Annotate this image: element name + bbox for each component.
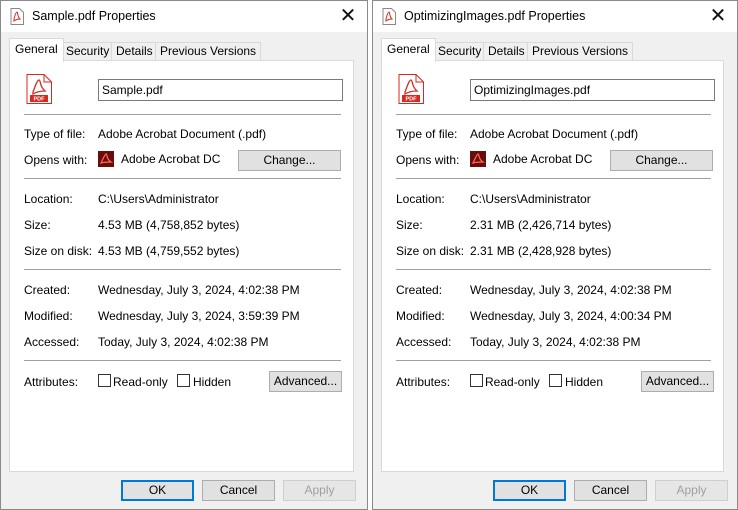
apply-button[interactable]: Apply [655, 480, 728, 501]
created-value: Wednesday, July 3, 2024, 4:02:38 PM [98, 283, 300, 297]
adobe-acrobat-icon [98, 151, 114, 167]
apply-button[interactable]: Apply [283, 480, 356, 501]
size-label: Size: [24, 218, 51, 232]
title-bar[interactable]: OptimizingImages.pdf Properties ✕ [373, 1, 737, 32]
ok-button[interactable]: OK [121, 480, 194, 501]
advanced-button[interactable]: Advanced... [641, 371, 714, 392]
tab-previous-versions[interactable]: Previous Versions [155, 42, 262, 61]
svg-text:PDF: PDF [406, 97, 418, 103]
tab-security[interactable]: Security [433, 42, 487, 61]
general-panel: PDF Type of file: Adobe Acrobat Document… [381, 60, 724, 472]
separator [396, 178, 711, 179]
tab-details[interactable]: Details [483, 42, 530, 61]
window-title: OptimizingImages.pdf Properties [404, 9, 586, 23]
modified-label: Modified: [24, 309, 73, 323]
type-of-file-label: Type of file: [24, 127, 86, 141]
separator [396, 114, 711, 115]
opens-with-value: Adobe Acrobat DC [493, 152, 593, 166]
general-panel: PDF Type of file: Adobe Acrobat Document… [9, 60, 354, 472]
file-name-input[interactable] [470, 79, 715, 101]
size-on-disk-label: Size on disk: [396, 244, 465, 258]
window-title: Sample.pdf Properties [32, 9, 156, 23]
hidden-label[interactable]: Hidden [565, 375, 603, 389]
read-only-label[interactable]: Read-only [485, 375, 540, 389]
cancel-button[interactable]: Cancel [202, 480, 275, 501]
change-button[interactable]: Change... [238, 150, 341, 171]
modified-label: Modified: [396, 309, 445, 323]
hidden-label[interactable]: Hidden [193, 375, 231, 389]
attributes-label: Attributes: [24, 375, 79, 389]
svg-text:PDF: PDF [34, 97, 46, 103]
tab-details[interactable]: Details [111, 42, 158, 61]
opens-with-value: Adobe Acrobat DC [121, 152, 221, 166]
accessed-value: Today, July 3, 2024, 4:02:38 PM [98, 335, 269, 349]
hidden-checkbox[interactable] [549, 374, 562, 387]
created-label: Created: [24, 283, 71, 297]
location-value: C:\Users\Administrator [470, 192, 591, 206]
size-on-disk-value: 4.53 MB (4,759,552 bytes) [98, 244, 240, 258]
title-bar[interactable]: Sample.pdf Properties ✕ [1, 1, 367, 32]
tab-general[interactable]: General [381, 38, 436, 62]
tab-strip: General Security Details Previous Versio… [381, 37, 729, 62]
size-label: Size: [396, 218, 423, 232]
read-only-label[interactable]: Read-only [113, 375, 168, 389]
size-on-disk-label: Size on disk: [24, 244, 93, 258]
accessed-label: Accessed: [24, 335, 80, 349]
modified-value: Wednesday, July 3, 2024, 4:00:34 PM [470, 309, 672, 323]
properties-dialog-sample: Sample.pdf Properties ✕ General Security… [0, 0, 368, 510]
tab-security[interactable]: Security [61, 42, 115, 61]
location-value: C:\Users\Administrator [98, 192, 219, 206]
tab-general[interactable]: General [9, 38, 64, 62]
type-of-file-label: Type of file: [396, 127, 458, 141]
type-of-file-value: Adobe Acrobat Document (.pdf) [470, 127, 639, 141]
type-of-file-value: Adobe Acrobat Document (.pdf) [98, 127, 267, 141]
separator [24, 114, 341, 115]
separator [24, 178, 341, 179]
separator [396, 269, 711, 270]
ok-button[interactable]: OK [493, 480, 566, 501]
size-value: 4.53 MB (4,758,852 bytes) [98, 218, 240, 232]
opens-with-label: Opens with: [396, 153, 460, 167]
tab-previous-versions[interactable]: Previous Versions [527, 42, 634, 61]
pdf-file-icon: PDF [26, 74, 52, 104]
advanced-button[interactable]: Advanced... [269, 371, 342, 392]
attributes-label: Attributes: [396, 375, 451, 389]
accessed-label: Accessed: [396, 335, 452, 349]
read-only-checkbox[interactable] [470, 374, 483, 387]
pdf-title-icon [10, 8, 24, 25]
size-on-disk-value: 2.31 MB (2,428,928 bytes) [470, 244, 612, 258]
hidden-checkbox[interactable] [177, 374, 190, 387]
created-label: Created: [396, 283, 443, 297]
adobe-acrobat-icon [470, 151, 486, 167]
pdf-file-icon: PDF [398, 74, 424, 104]
file-name-input[interactable] [98, 79, 343, 101]
read-only-checkbox[interactable] [98, 374, 111, 387]
pdf-title-icon [382, 8, 396, 25]
separator [24, 269, 341, 270]
close-icon[interactable]: ✕ [707, 5, 729, 26]
opens-with-label: Opens with: [24, 153, 88, 167]
change-button[interactable]: Change... [610, 150, 713, 171]
cancel-button[interactable]: Cancel [574, 480, 647, 501]
location-label: Location: [24, 192, 73, 206]
separator [396, 360, 711, 361]
modified-value: Wednesday, July 3, 2024, 3:59:39 PM [98, 309, 300, 323]
created-value: Wednesday, July 3, 2024, 4:02:38 PM [470, 283, 672, 297]
properties-dialog-optimizingimages: OptimizingImages.pdf Properties ✕ Genera… [372, 0, 738, 510]
separator [24, 360, 341, 361]
close-icon[interactable]: ✕ [337, 5, 359, 26]
accessed-value: Today, July 3, 2024, 4:02:38 PM [470, 335, 641, 349]
tab-strip: General Security Details Previous Versio… [9, 37, 359, 62]
size-value: 2.31 MB (2,426,714 bytes) [470, 218, 612, 232]
location-label: Location: [396, 192, 445, 206]
